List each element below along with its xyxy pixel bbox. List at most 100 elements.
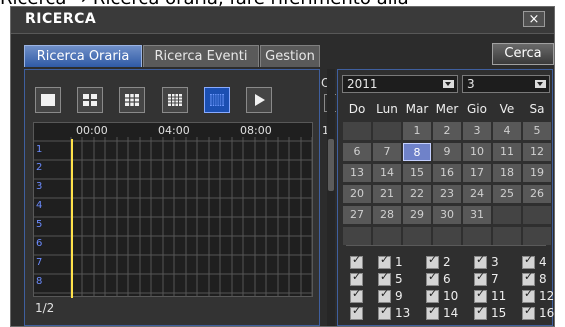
weekday-header: Ve — [499, 102, 515, 116]
channel-checkbox-14[interactable]: 14 — [426, 304, 470, 321]
nine-view-icon — [125, 94, 139, 106]
channel-checkbox-6[interactable]: 6 — [426, 270, 470, 287]
channel-checkbox-label: 11 — [491, 289, 507, 303]
quad-view-icon — [83, 94, 97, 106]
channel-checkbox-label: 12 — [539, 289, 555, 303]
calendar-empty-cell — [433, 227, 461, 245]
calendar-day[interactable]: 17 — [463, 164, 491, 182]
calendar-empty-cell — [373, 122, 401, 140]
sixteen-view-button[interactable] — [162, 87, 188, 113]
calendar-day[interactable]: 3 — [463, 122, 491, 140]
channel-checkbox-2[interactable]: 2 — [426, 253, 470, 270]
calendar-day[interactable]: 21 — [373, 185, 401, 203]
calendar-day[interactable]: 6 — [343, 143, 371, 161]
weekday-header: Sa — [529, 102, 545, 116]
calendar-day[interactable]: 19 — [523, 164, 551, 182]
checkbox-checked-icon — [474, 253, 487, 269]
channel-checkbox-3[interactable]: 3 — [474, 253, 518, 270]
calendar-day[interactable]: 14 — [373, 164, 401, 182]
calendar-day[interactable]: 4 — [493, 122, 521, 140]
calendar-day[interactable]: 28 — [373, 206, 401, 224]
channel-checkbox-label: 15 — [491, 306, 507, 320]
channel-checkbox-13[interactable]: 13 — [378, 304, 422, 321]
title-bar: RICERCA × — [11, 7, 554, 34]
tab-gestione[interactable]: Gestion — [260, 45, 320, 67]
channel-checkbox-5[interactable]: 5 — [378, 270, 422, 287]
channel-checkbox-11[interactable]: 11 — [474, 287, 518, 304]
calendar-day[interactable]: 9 — [433, 143, 461, 161]
channel-checkbox-label: 14 — [443, 306, 459, 320]
channel-checkbox-9[interactable]: 9 — [378, 287, 422, 304]
calendar-day[interactable]: 7 — [373, 143, 401, 161]
calendar-day[interactable]: 10 — [463, 143, 491, 161]
weekday-header: Lun — [376, 102, 398, 116]
play-button[interactable] — [246, 87, 272, 113]
nine-view-button[interactable] — [119, 87, 145, 113]
month-select[interactable]: 3 — [462, 75, 550, 93]
weekday-header: Mar — [405, 102, 429, 116]
calendar-day[interactable]: 18 — [493, 164, 521, 182]
calendar-day[interactable]: 12 — [523, 143, 551, 161]
calendar-day[interactable]: 23 — [433, 185, 461, 203]
calendar-empty-cell — [373, 227, 401, 245]
channel-checkbox-7[interactable]: 7 — [474, 270, 518, 287]
channel-row-label: 8 — [36, 276, 43, 287]
channel-checkbox-1[interactable]: 1 — [378, 253, 422, 270]
calendar-day[interactable]: 2 — [433, 122, 461, 140]
channel-checkbox-15[interactable]: 15 — [474, 304, 518, 321]
calendar-day[interactable]: 11 — [493, 143, 521, 161]
cerca-button[interactable]: Cerca — [492, 43, 554, 65]
time-cursor[interactable] — [71, 139, 73, 298]
calendar-day[interactable]: 13 — [343, 164, 371, 182]
close-button[interactable]: × — [523, 11, 545, 27]
checkbox-checked-icon — [378, 270, 391, 286]
weekday-header: Do — [348, 102, 366, 116]
calendar-panel: 2011 3 Do Lun Mar Mer Gio Ve Sa 1 2 3 4 5 6 7 8 9 10 11 12… — [337, 69, 554, 326]
channel-checkbox-label: 3 — [491, 255, 499, 269]
channel-checkbox-10[interactable]: 10 — [426, 287, 470, 304]
calendar-day[interactable]: 16 — [433, 164, 461, 182]
channel-checkbox-label: 4 — [539, 255, 547, 269]
calendar-day[interactable]: 25 — [493, 185, 521, 203]
single-view-button[interactable] — [35, 87, 61, 113]
channel-checkbox-4[interactable]: 4 — [522, 253, 565, 270]
calendar-day[interactable]: 5 — [523, 122, 551, 140]
channel-row-label: 1 — [36, 144, 43, 155]
channel-row-label: 4 — [36, 200, 43, 211]
chevron-down-icon — [443, 80, 454, 88]
checkbox-checked-icon — [426, 270, 439, 286]
calendar-day[interactable]: 1 — [403, 122, 431, 140]
calendar-day[interactable]: 31 — [463, 206, 491, 224]
calendar-day[interactable]: 22 — [403, 185, 431, 203]
channel-row-label: 6 — [36, 238, 43, 249]
calendar-day[interactable]: 30 — [433, 206, 461, 224]
calendar-day[interactable]: 27 — [343, 206, 371, 224]
calendar-empty-cell — [493, 227, 521, 245]
panel-divider — [327, 69, 335, 326]
timeline-grid[interactable]: 00:00 04:00 08:00 1 1 2 3 4 5 6 7 8 — [33, 122, 329, 298]
thirtysix-view-button[interactable] — [204, 87, 230, 113]
calendar-day[interactable]: 26 — [523, 185, 551, 203]
checkbox-checked-icon — [378, 287, 391, 303]
tab-ricerca-eventi[interactable]: Ricerca Eventi — [143, 45, 259, 67]
year-select[interactable]: 2011 — [342, 75, 458, 93]
month-value: 3 — [467, 77, 475, 91]
divider-handle[interactable] — [328, 139, 334, 191]
checkbox-checked-icon — [378, 304, 391, 320]
checkbox-checked-icon — [474, 287, 487, 303]
checkbox-checked-icon — [474, 304, 487, 320]
divider-line — [346, 245, 546, 246]
channel-checkbox-label: 13 — [395, 306, 411, 320]
calendar-empty-cell — [403, 227, 431, 245]
calendar-day-selected[interactable]: 8 — [403, 143, 431, 161]
quad-view-button[interactable] — [77, 87, 103, 113]
calendar-day[interactable]: 24 — [463, 185, 491, 203]
calendar-day[interactable]: 29 — [403, 206, 431, 224]
channel-checkbox-8[interactable]: 8 — [522, 270, 565, 287]
calendar-day[interactable]: 15 — [403, 164, 431, 182]
calendar-day[interactable]: 20 — [343, 185, 371, 203]
checkbox-checked-icon — [474, 270, 487, 286]
channel-checkbox-16[interactable]: 16 — [522, 304, 565, 321]
channel-checkbox-12[interactable]: 12 — [522, 287, 565, 304]
tab-ricerca-oraria[interactable]: Ricerca Oraria — [24, 45, 142, 67]
